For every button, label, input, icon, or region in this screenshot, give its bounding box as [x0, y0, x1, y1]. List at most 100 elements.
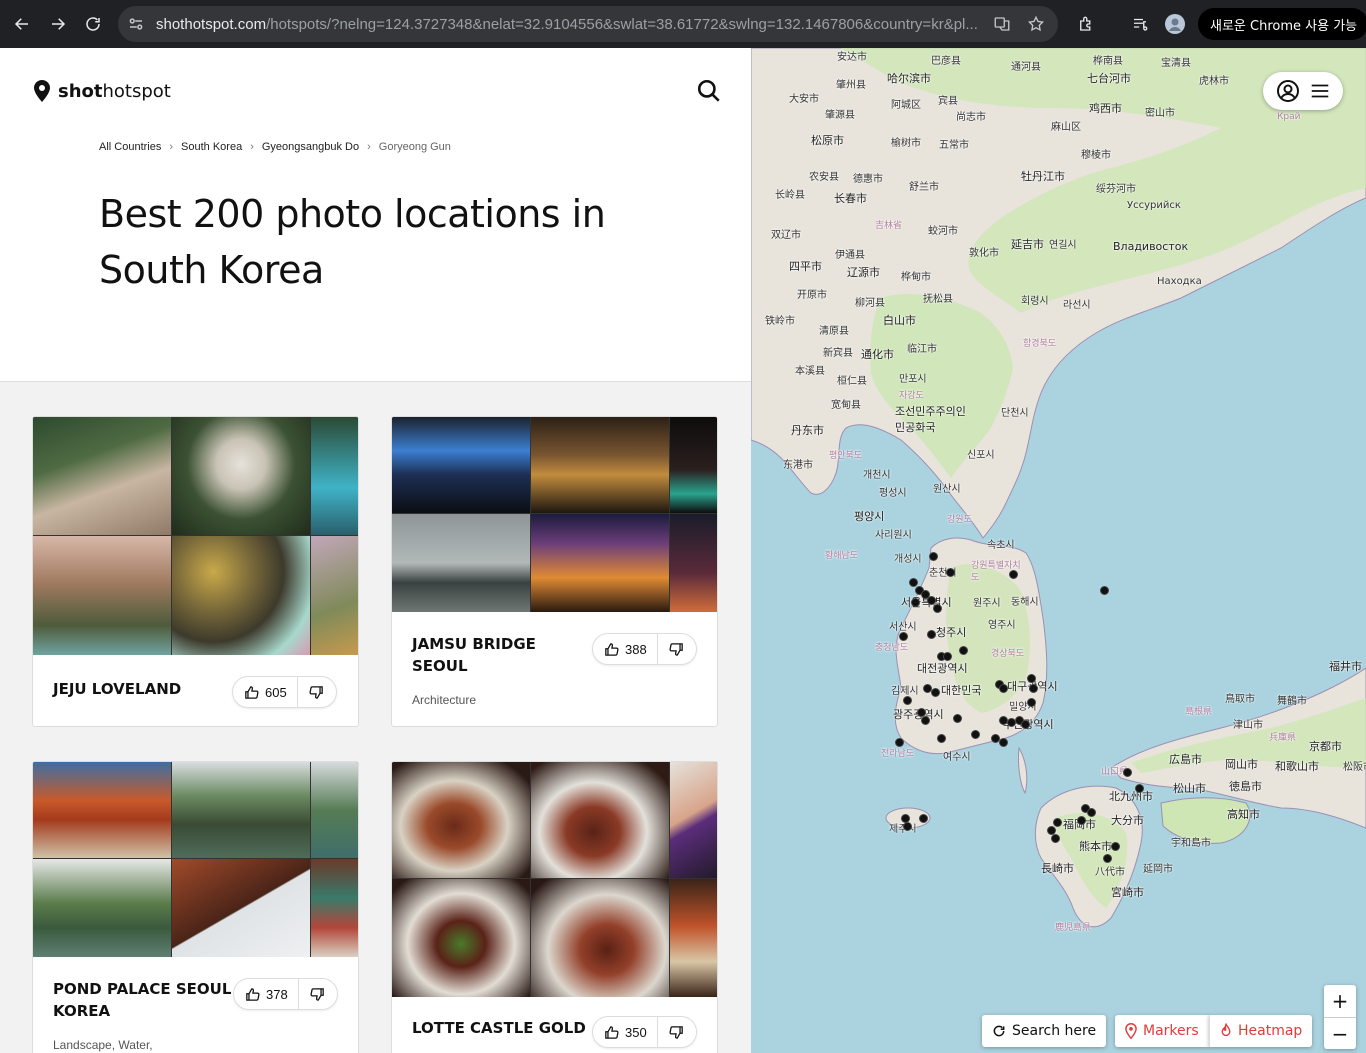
photo-collage[interactable] — [33, 417, 358, 655]
dislike-button[interactable] — [658, 634, 696, 664]
chrome-update-button[interactable]: 새로운 Chrome 사용 가능 — [1198, 8, 1366, 40]
hotspot-marker[interactable] — [1029, 684, 1038, 693]
hotspot-marker[interactable] — [1123, 768, 1132, 777]
hotspot-marker[interactable] — [1027, 698, 1036, 707]
photo-thumbnail[interactable] — [172, 859, 310, 957]
hotspot-marker[interactable] — [933, 604, 942, 613]
photo-thumbnail[interactable] — [670, 762, 717, 878]
photo-thumbnail[interactable] — [172, 536, 310, 655]
hotspot-marker[interactable] — [929, 552, 938, 561]
site-info-icon[interactable] — [126, 14, 146, 34]
hotspot-marker[interactable] — [999, 684, 1008, 693]
address-bar[interactable]: shothotspot.com/hotspots/?nelng=124.3727… — [118, 6, 1058, 42]
hotspot-marker[interactable] — [903, 696, 912, 705]
photo-thumbnail[interactable] — [33, 536, 171, 655]
account-menu-button[interactable] — [1263, 72, 1343, 110]
like-button[interactable]: 350 — [593, 1017, 658, 1047]
photo-thumbnail[interactable] — [392, 417, 530, 513]
photo-collage[interactable] — [392, 762, 717, 997]
like-button[interactable]: 378 — [234, 979, 299, 1009]
photo-thumbnail[interactable] — [392, 879, 530, 997]
photo-thumbnail[interactable] — [311, 536, 358, 655]
photo-thumbnail[interactable] — [311, 859, 358, 957]
hotspot-marker[interactable] — [911, 598, 920, 607]
search-here-button[interactable]: Search here — [982, 1015, 1107, 1047]
hotspot-marker[interactable] — [895, 738, 904, 747]
photo-thumbnail[interactable] — [392, 762, 530, 878]
hotspot-marker[interactable] — [1111, 842, 1120, 851]
photo-thumbnail[interactable] — [311, 417, 358, 535]
hotspot-card[interactable]: LOTTE CASTLE GOLD 350 — [391, 761, 718, 1053]
photo-thumbnail[interactable] — [33, 762, 171, 858]
translate-icon[interactable] — [992, 14, 1012, 34]
hotspot-card[interactable]: JEJU LOVELAND 605 — [32, 416, 359, 727]
hotspot-marker[interactable] — [921, 716, 930, 725]
extensions-icon[interactable] — [1076, 14, 1096, 34]
photo-thumbnail[interactable] — [172, 417, 310, 535]
forward-button[interactable] — [40, 6, 76, 42]
hotspot-marker[interactable] — [1021, 720, 1030, 729]
hotspot-marker[interactable] — [1100, 586, 1109, 595]
breadcrumb-all-countries[interactable]: All Countries — [99, 141, 161, 153]
photo-thumbnail[interactable] — [531, 514, 669, 612]
breadcrumb-south-korea[interactable]: South Korea — [181, 141, 242, 153]
markers-button[interactable]: Markers — [1115, 1015, 1209, 1047]
like-button[interactable]: 388 — [593, 634, 658, 664]
hotspot-marker[interactable] — [1051, 834, 1060, 843]
zoom-in-button[interactable]: + — [1324, 985, 1356, 1017]
back-button[interactable] — [4, 6, 40, 42]
hotspot-marker[interactable] — [999, 738, 1008, 747]
card-title[interactable]: JEJU LOVELAND — [53, 678, 233, 700]
hotspot-card[interactable]: JAMSU BRIDGE SEOUL Architecture 388 — [391, 416, 718, 727]
hotspot-marker[interactable] — [946, 568, 955, 577]
hotspot-marker[interactable] — [1087, 808, 1096, 817]
photo-thumbnail[interactable] — [531, 762, 669, 878]
hotspot-marker[interactable] — [1009, 570, 1018, 579]
hotspot-marker[interactable] — [943, 652, 952, 661]
card-title[interactable]: POND PALACE SEOUL KOREA — [53, 978, 233, 1022]
dislike-button[interactable] — [299, 979, 337, 1009]
hotspot-marker[interactable] — [1053, 818, 1062, 827]
bookmark-star-icon[interactable] — [1026, 14, 1046, 34]
photo-thumbnail[interactable] — [670, 879, 717, 997]
card-title[interactable]: LOTTE CASTLE GOLD — [412, 1017, 592, 1039]
hotspot-marker[interactable] — [959, 646, 968, 655]
photo-collage[interactable] — [33, 762, 358, 957]
map-view[interactable]: 安达市 巴彦县 通河县 桦南县 宝清县 哈尔滨市 七台河市 虎林市 大安市 肇州… — [751, 48, 1366, 1053]
like-button[interactable]: 605 — [233, 677, 298, 707]
profile-avatar[interactable] — [1165, 14, 1185, 34]
hotspot-marker[interactable] — [903, 822, 912, 831]
hotspot-marker[interactable] — [919, 814, 928, 823]
photo-collage[interactable] — [392, 417, 717, 612]
photo-thumbnail[interactable] — [670, 514, 717, 612]
hotspot-marker[interactable] — [1027, 674, 1036, 683]
photo-thumbnail[interactable] — [531, 879, 669, 997]
hotspot-marker[interactable] — [927, 630, 936, 639]
photo-thumbnail[interactable] — [531, 417, 669, 513]
photo-thumbnail[interactable] — [392, 514, 530, 612]
zoom-out-button[interactable]: − — [1324, 1017, 1356, 1049]
hotspot-marker[interactable] — [1077, 816, 1086, 825]
hotspot-marker[interactable] — [931, 688, 940, 697]
breadcrumb-gyeongsangbuk-do[interactable]: Gyeongsangbuk Do — [262, 141, 359, 153]
photo-thumbnail[interactable] — [311, 762, 358, 858]
photo-thumbnail[interactable] — [172, 762, 310, 858]
reload-button[interactable] — [75, 6, 111, 42]
hotspot-card[interactable]: POND PALACE SEOUL KOREA Landscape, Water… — [32, 761, 359, 1053]
card-title[interactable]: JAMSU BRIDGE SEOUL — [412, 633, 572, 677]
hotspot-marker[interactable] — [937, 734, 946, 743]
site-logo[interactable]: shot hotspot — [34, 80, 171, 102]
dislike-button[interactable] — [658, 1017, 696, 1047]
photo-thumbnail[interactable] — [670, 417, 717, 513]
search-button[interactable] — [696, 78, 722, 104]
dislike-button[interactable] — [298, 677, 336, 707]
hotspot-marker[interactable] — [899, 632, 908, 641]
hotspot-marker[interactable] — [1103, 854, 1112, 863]
media-control-icon[interactable] — [1130, 14, 1150, 34]
photo-thumbnail[interactable] — [33, 417, 171, 535]
heatmap-button[interactable]: Heatmap — [1209, 1015, 1313, 1047]
hotspot-marker[interactable] — [1135, 784, 1144, 793]
hotspot-marker[interactable] — [971, 730, 980, 739]
photo-thumbnail[interactable] — [33, 859, 171, 957]
hotspot-marker[interactable] — [953, 714, 962, 723]
